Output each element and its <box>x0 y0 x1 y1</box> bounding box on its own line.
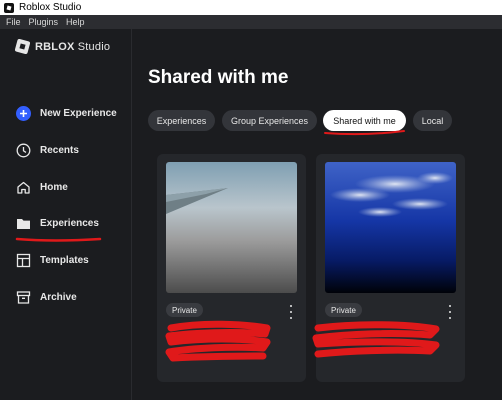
more-options-icon[interactable] <box>445 305 455 319</box>
folder-icon <box>16 216 31 231</box>
sidebar-item-home[interactable]: Home <box>16 180 68 195</box>
sidebar-item-label: New Experience <box>40 108 117 119</box>
menu-plugins[interactable]: Plugins <box>29 17 59 27</box>
menu-bar: File Plugins Help <box>0 15 502 29</box>
archive-icon <box>16 290 31 305</box>
plus-circle-icon <box>16 106 31 121</box>
redaction-scribble <box>165 320 271 362</box>
roblox-logo-icon <box>14 38 31 55</box>
tab-group-experiences[interactable]: Group Experiences <box>222 110 317 131</box>
sidebar-item-new-experience[interactable]: New Experience <box>16 106 117 121</box>
sidebar-item-templates[interactable]: Templates <box>16 253 89 268</box>
page-title: Shared with me <box>148 67 289 88</box>
experience-card[interactable]: Private <box>312 154 465 382</box>
experience-thumbnail <box>166 162 297 293</box>
logo-text: RBLOX Studio <box>35 40 111 53</box>
roblox-studio-logo: RBLOX Studio <box>14 38 111 55</box>
tab-local[interactable]: Local <box>413 110 452 131</box>
experience-card[interactable]: Private <box>157 154 306 382</box>
clock-icon <box>16 143 31 158</box>
sidebar-item-archive[interactable]: Archive <box>16 290 77 305</box>
more-options-icon[interactable] <box>286 305 296 319</box>
privacy-badge: Private <box>325 303 362 317</box>
annotation-underline-experiences <box>15 237 102 242</box>
sidebar-item-label: Home <box>40 182 68 193</box>
sidebar-item-label: Templates <box>40 255 89 266</box>
annotation-underline-shared <box>324 130 405 136</box>
sidebar-item-label: Archive <box>40 292 77 303</box>
menu-file[interactable]: File <box>6 17 21 27</box>
sidebar <box>0 29 132 400</box>
experience-thumbnail <box>325 162 456 293</box>
roblox-studio-app-icon <box>4 2 14 13</box>
sidebar-item-recents[interactable]: Recents <box>16 143 79 158</box>
privacy-badge: Private <box>166 303 203 317</box>
home-icon <box>16 180 31 195</box>
window-title: Roblox Studio <box>19 2 82 13</box>
menu-help[interactable]: Help <box>66 17 85 27</box>
sidebar-item-label: Experiences <box>40 218 99 229</box>
tab-experiences[interactable]: Experiences <box>148 110 215 131</box>
templates-icon <box>16 253 31 268</box>
sidebar-item-label: Recents <box>40 145 79 156</box>
redaction-scribble <box>312 321 440 358</box>
sidebar-item-experiences[interactable]: Experiences <box>16 216 99 231</box>
title-bar: Roblox Studio <box>0 0 502 15</box>
